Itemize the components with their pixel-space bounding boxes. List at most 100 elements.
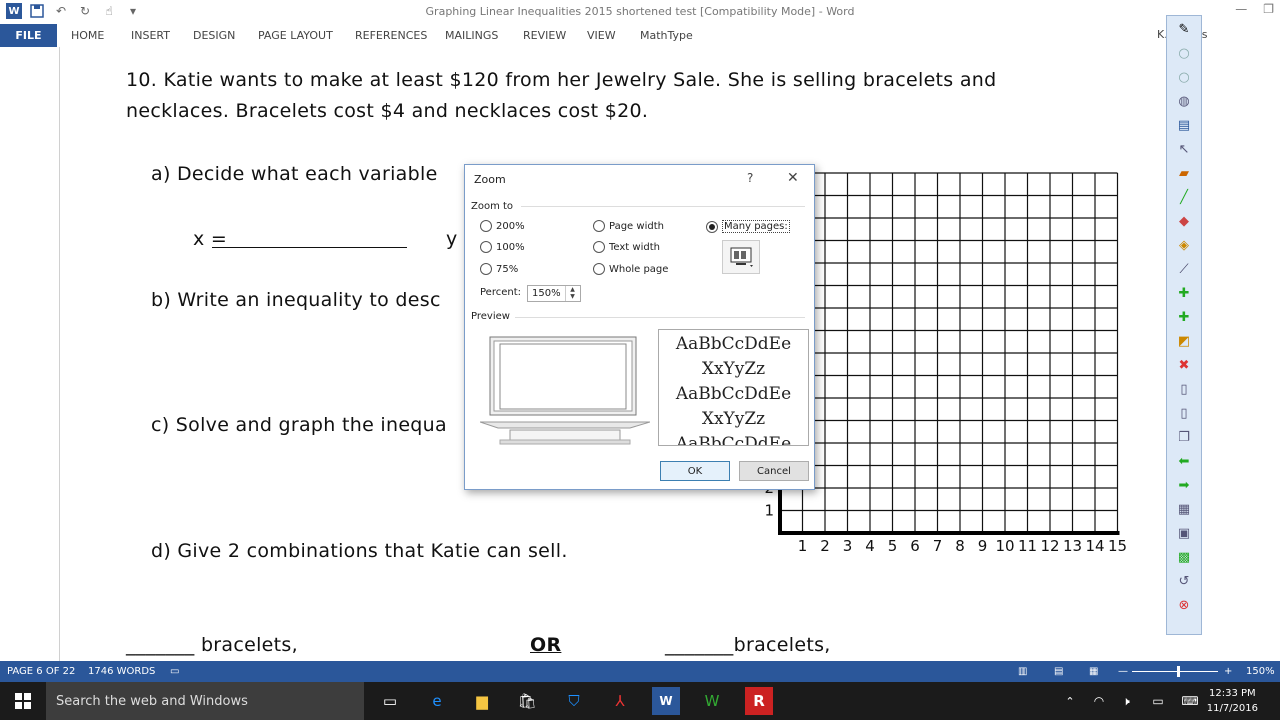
- zoom-in-icon[interactable]: +: [1224, 666, 1232, 677]
- tab-home[interactable]: HOME: [71, 29, 104, 42]
- radio-dot[interactable]: [593, 263, 605, 275]
- graph-grid: 12345678910111213141512: [764, 172, 1127, 555]
- read-mode-icon[interactable]: ▥: [1018, 666, 1027, 677]
- zoom-75-radio[interactable]: 75%: [480, 263, 518, 275]
- zoom-100-radio[interactable]: 100%: [480, 241, 525, 253]
- tab-review[interactable]: REVIEW: [523, 29, 566, 42]
- table-icon[interactable]: ▦: [1175, 500, 1193, 518]
- text-width-radio[interactable]: Text width: [593, 241, 660, 253]
- tab-mailings[interactable]: MAILINGS: [445, 29, 498, 42]
- close-icon[interactable]: ⊗: [1175, 596, 1193, 614]
- circle-icon[interactable]: ○: [1175, 68, 1193, 86]
- highlighter-icon[interactable]: ▰: [1175, 164, 1193, 182]
- radio-dot[interactable]: [593, 241, 605, 253]
- fill-icon[interactable]: ◈: [1175, 236, 1193, 254]
- shape-icon[interactable]: ◩: [1175, 332, 1193, 350]
- wifi-icon[interactable]: ◠: [1085, 687, 1113, 715]
- whole-page-radio[interactable]: Whole page: [593, 263, 668, 275]
- minimize-icon[interactable]: —: [1235, 2, 1247, 16]
- tab-references[interactable]: REFERENCES: [355, 29, 427, 42]
- keyboard-icon[interactable]: ⌨: [1176, 687, 1204, 715]
- pen-tool-icon[interactable]: ✎: [1175, 20, 1193, 38]
- many-pages-picker-button[interactable]: [722, 240, 760, 274]
- pointer-icon[interactable]: ↖: [1175, 140, 1193, 158]
- x-tick-label: 1: [798, 537, 808, 555]
- graph-app-icon[interactable]: W: [698, 687, 726, 715]
- bracelets-blank-left: _______ bracelets,: [126, 634, 298, 656]
- pages-icon[interactable]: ▤: [1175, 116, 1193, 134]
- acrobat-icon[interactable]: ⅄: [606, 687, 634, 715]
- word-count[interactable]: 1746 WORDS: [88, 666, 155, 677]
- radio-dot[interactable]: [480, 241, 492, 253]
- zoom-slider-thumb[interactable]: [1177, 666, 1180, 677]
- store-icon[interactable]: 🛍: [513, 687, 541, 715]
- tab-page-layout[interactable]: PAGE LAYOUT: [258, 29, 333, 42]
- eraser-icon[interactable]: ◆: [1175, 212, 1193, 230]
- ok-button[interactable]: OK: [660, 461, 730, 481]
- restore-icon[interactable]: ❐: [1263, 2, 1274, 16]
- copy-icon[interactable]: ❐: [1175, 428, 1193, 446]
- tab-mathtype[interactable]: MathType: [640, 29, 693, 42]
- radio-dot[interactable]: [480, 220, 492, 232]
- mouse-icon[interactable]: ◍: [1175, 92, 1193, 110]
- edge-icon[interactable]: e: [423, 687, 451, 715]
- circle-icon[interactable]: ○: [1175, 44, 1193, 62]
- back-arrow-icon[interactable]: ⬅: [1175, 452, 1193, 470]
- many-pages-radio[interactable]: Many pages:: [706, 220, 790, 233]
- cancel-button[interactable]: Cancel: [739, 461, 809, 481]
- page-icon[interactable]: ▯: [1175, 404, 1193, 422]
- zoom-slider[interactable]: [1132, 671, 1218, 672]
- preview-line: XxYyZz: [701, 359, 766, 379]
- preview-line: AaBbCcDdEe: [675, 334, 792, 354]
- print-layout-icon[interactable]: ▤: [1054, 666, 1063, 677]
- notification-icon[interactable]: ▭: [1144, 687, 1172, 715]
- or-label: OR: [530, 634, 562, 656]
- undo-icon[interactable]: ↺: [1175, 572, 1193, 590]
- save-icon[interactable]: ▣: [1175, 524, 1193, 542]
- taskbar-search[interactable]: Search the web and Windows: [46, 682, 364, 720]
- clock[interactable]: 12:33 PM 11/7/2016: [1207, 686, 1258, 716]
- radio-dot[interactable]: [480, 263, 492, 275]
- text-width-label: Text width: [609, 241, 660, 253]
- page-width-radio[interactable]: Page width: [593, 220, 664, 232]
- page-icon[interactable]: ▯: [1175, 380, 1193, 398]
- shield-icon[interactable]: ⛉: [560, 687, 588, 715]
- web-layout-icon[interactable]: ▦: [1089, 666, 1098, 677]
- zoom-to-label: Zoom to: [471, 201, 514, 212]
- x-tick-label: 12: [1040, 537, 1059, 555]
- marker-icon[interactable]: ╱: [1175, 188, 1193, 206]
- zoom-200-radio[interactable]: 200%: [480, 220, 525, 232]
- close-icon[interactable]: ✕: [787, 170, 799, 186]
- tab-file[interactable]: FILE: [0, 24, 57, 47]
- percent-spinner[interactable]: ▲ ▼: [565, 286, 579, 301]
- page-width-label: Page width: [609, 220, 664, 232]
- word-taskbar-icon[interactable]: W: [652, 687, 680, 715]
- image-icon[interactable]: ▩: [1175, 548, 1193, 566]
- question-10-line-2: necklaces. Bracelets cost $4 and necklac…: [126, 100, 649, 122]
- radio-dot[interactable]: [593, 220, 605, 232]
- volume-icon[interactable]: 🕨: [1112, 687, 1140, 715]
- r-app-icon[interactable]: R: [745, 687, 773, 715]
- spell-icon[interactable]: ✚: [1175, 284, 1193, 302]
- zoom-out-icon[interactable]: —: [1118, 666, 1128, 677]
- part-c-text: c) Solve and graph the inequa: [151, 414, 447, 436]
- title-bar: W ↶ ↻ ☝ ▾ Graphing Linear Inequalities 2…: [0, 0, 1280, 24]
- file-explorer-icon[interactable]: ▆: [468, 687, 496, 715]
- page-count[interactable]: PAGE 6 OF 22: [7, 666, 75, 677]
- tray-expand-icon[interactable]: ⌃: [1056, 687, 1084, 715]
- zoom-level[interactable]: 150%: [1246, 666, 1275, 677]
- radio-dot-selected[interactable]: [706, 220, 718, 233]
- clear-icon[interactable]: ✖: [1175, 356, 1193, 374]
- tab-design[interactable]: DESIGN: [193, 29, 235, 42]
- tab-insert[interactable]: INSERT: [131, 29, 170, 42]
- add-icon[interactable]: ✚: [1175, 308, 1193, 326]
- tab-view[interactable]: VIEW: [587, 29, 616, 42]
- x-tick-label: 11: [1018, 537, 1037, 555]
- forward-arrow-icon[interactable]: ➡: [1175, 476, 1193, 494]
- task-view-icon[interactable]: ▭: [376, 687, 404, 715]
- proofing-icon[interactable]: ▭: [170, 666, 179, 677]
- x-tick-label: 7: [933, 537, 943, 555]
- start-button[interactable]: [0, 682, 46, 720]
- ruler-icon[interactable]: ⟋: [1175, 260, 1193, 278]
- help-icon[interactable]: ?: [747, 171, 753, 185]
